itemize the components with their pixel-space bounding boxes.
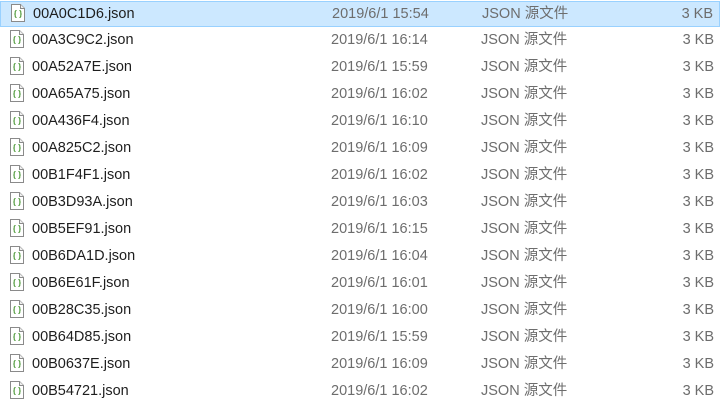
file-name: 00B3D93A.json <box>32 194 133 210</box>
file-date-modified: 2019/6/1 16:02 <box>331 167 428 183</box>
file-type: JSON 源文件 <box>481 275 568 291</box>
file-size: 3 KB <box>682 302 714 318</box>
file-date-modified: 2019/6/1 15:54 <box>332 6 429 22</box>
file-size: 3 KB <box>682 113 714 129</box>
json-file-icon <box>10 111 24 129</box>
json-file-icon <box>10 165 24 183</box>
file-date-modified: 2019/6/1 16:10 <box>331 113 428 129</box>
file-name: 00B1F4F1.json <box>32 167 131 183</box>
json-file-icon <box>10 300 24 318</box>
file-date-modified: 2019/6/1 16:09 <box>331 356 428 372</box>
json-file-icon <box>10 327 24 345</box>
file-row[interactable]: 00A52A7E.json 2019/6/1 15:59 JSON 源文件 3 … <box>0 54 720 80</box>
file-date-modified: 2019/6/1 16:15 <box>331 221 428 237</box>
file-name: 00B54721.json <box>32 383 129 399</box>
json-file-icon <box>10 273 24 291</box>
file-row[interactable]: 00B6E61F.json 2019/6/1 16:01 JSON 源文件 3 … <box>0 270 720 296</box>
json-file-icon <box>10 138 24 156</box>
file-type: JSON 源文件 <box>481 221 568 237</box>
json-file-icon <box>10 219 24 237</box>
json-file-icon <box>10 246 24 264</box>
file-type: JSON 源文件 <box>481 356 568 372</box>
file-row[interactable]: 00B28C35.json 2019/6/1 16:00 JSON 源文件 3 … <box>0 297 720 323</box>
file-row[interactable]: 00A436F4.json 2019/6/1 16:10 JSON 源文件 3 … <box>0 108 720 134</box>
file-size: 3 KB <box>682 32 714 48</box>
file-name: 00B28C35.json <box>32 302 132 318</box>
file-name: 00B0637E.json <box>32 356 131 372</box>
file-date-modified: 2019/6/1 16:03 <box>331 194 428 210</box>
file-type: JSON 源文件 <box>481 32 568 48</box>
file-row[interactable]: 00A825C2.json 2019/6/1 16:09 JSON 源文件 3 … <box>0 135 720 161</box>
file-row[interactable]: 00B3D93A.json 2019/6/1 16:03 JSON 源文件 3 … <box>0 189 720 215</box>
file-date-modified: 2019/6/1 16:14 <box>331 32 428 48</box>
file-type: JSON 源文件 <box>481 248 568 264</box>
file-row[interactable]: 00B6DA1D.json 2019/6/1 16:04 JSON 源文件 3 … <box>0 243 720 269</box>
file-date-modified: 2019/6/1 16:02 <box>331 383 428 399</box>
file-type: JSON 源文件 <box>481 86 568 102</box>
file-type: JSON 源文件 <box>481 167 568 183</box>
file-size: 3 KB <box>682 167 714 183</box>
json-file-icon <box>10 381 24 399</box>
file-name: 00A825C2.json <box>32 140 132 156</box>
file-date-modified: 2019/6/1 16:02 <box>331 86 428 102</box>
file-row[interactable]: 00A3C9C2.json 2019/6/1 16:14 JSON 源文件 3 … <box>0 27 720 53</box>
json-file-icon <box>10 84 24 102</box>
file-date-modified: 2019/6/1 16:00 <box>331 302 428 318</box>
file-date-modified: 2019/6/1 15:59 <box>331 329 428 345</box>
file-type: JSON 源文件 <box>481 383 568 399</box>
file-size: 3 KB <box>682 329 714 345</box>
file-name: 00B64D85.json <box>32 329 132 345</box>
file-type: JSON 源文件 <box>481 140 568 156</box>
file-date-modified: 2019/6/1 16:04 <box>331 248 428 264</box>
file-size: 3 KB <box>682 59 714 75</box>
file-size: 3 KB <box>682 383 714 399</box>
file-type: JSON 源文件 <box>481 302 568 318</box>
file-name: 00A0C1D6.json <box>33 6 135 22</box>
file-row[interactable]: 00A65A75.json 2019/6/1 16:02 JSON 源文件 3 … <box>0 81 720 107</box>
file-date-modified: 2019/6/1 16:09 <box>331 140 428 156</box>
file-date-modified: 2019/6/1 15:59 <box>331 59 428 75</box>
file-size: 3 KB <box>681 6 713 22</box>
file-row[interactable]: 00B1F4F1.json 2019/6/1 16:02 JSON 源文件 3 … <box>0 162 720 188</box>
file-type: JSON 源文件 <box>481 113 568 129</box>
json-file-icon <box>10 354 24 372</box>
file-row[interactable]: 00B64D85.json 2019/6/1 15:59 JSON 源文件 3 … <box>0 324 720 350</box>
file-size: 3 KB <box>682 194 714 210</box>
file-size: 3 KB <box>682 356 714 372</box>
file-row[interactable]: 00B54721.json 2019/6/1 16:02 JSON 源文件 3 … <box>0 378 720 404</box>
file-name: 00A65A75.json <box>32 86 131 102</box>
file-name: 00B6DA1D.json <box>32 248 136 264</box>
json-file-icon <box>11 4 25 22</box>
file-name: 00B5EF91.json <box>32 221 132 237</box>
file-size: 3 KB <box>682 140 714 156</box>
file-type: JSON 源文件 <box>481 194 568 210</box>
file-row[interactable]: 00B5EF91.json 2019/6/1 16:15 JSON 源文件 3 … <box>0 216 720 242</box>
file-row[interactable]: 00A0C1D6.json 2019/6/1 15:54 JSON 源文件 3 … <box>0 1 720 27</box>
file-name: 00B6E61F.json <box>32 275 130 291</box>
file-list: 00A0C1D6.json 2019/6/1 15:54 JSON 源文件 3 … <box>0 0 720 406</box>
file-name: 00A52A7E.json <box>32 59 132 75</box>
file-row[interactable]: 00B0637E.json 2019/6/1 16:09 JSON 源文件 3 … <box>0 351 720 377</box>
json-file-icon <box>10 192 24 210</box>
file-type: JSON 源文件 <box>481 59 568 75</box>
json-file-icon <box>10 57 24 75</box>
file-size: 3 KB <box>682 275 714 291</box>
file-name: 00A436F4.json <box>32 113 130 129</box>
file-type: JSON 源文件 <box>482 6 569 22</box>
file-type: JSON 源文件 <box>481 329 568 345</box>
json-file-icon <box>10 30 24 48</box>
file-date-modified: 2019/6/1 16:01 <box>331 275 428 291</box>
file-name: 00A3C9C2.json <box>32 32 134 48</box>
file-size: 3 KB <box>682 86 714 102</box>
file-size: 3 KB <box>682 248 714 264</box>
file-size: 3 KB <box>682 221 714 237</box>
